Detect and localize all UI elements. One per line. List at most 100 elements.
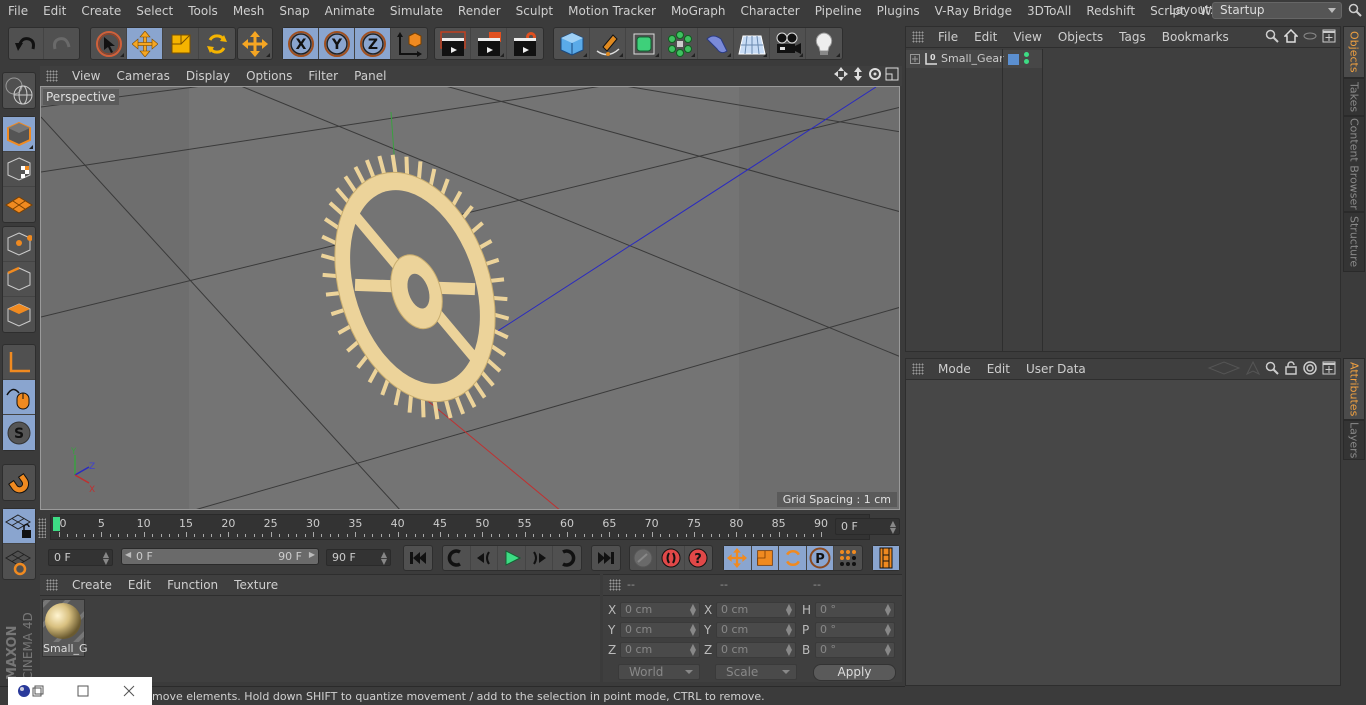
material-swatch[interactable]: Small_G (42, 599, 88, 657)
previous-frame-button[interactable] (471, 546, 499, 570)
attribute-menu-edit[interactable]: Edit (979, 362, 1018, 376)
new-window-icon[interactable] (1322, 361, 1336, 375)
range-left-arrow-icon[interactable]: ◀ (125, 550, 131, 559)
layer-color-swatch[interactable] (1008, 54, 1019, 65)
dolly-icon[interactable] (851, 67, 865, 81)
frame-range-slider[interactable]: ◀ 0 F 90 F ▶ (121, 548, 319, 565)
panel-grip[interactable] (46, 579, 58, 591)
workplane-mode-button[interactable] (3, 187, 35, 222)
tab-structure[interactable]: Structure (1343, 212, 1365, 272)
menu-redshift[interactable]: Redshift (1078, 4, 1142, 18)
size-mode-dropdown[interactable]: Scale (715, 664, 797, 680)
close-icon[interactable] (123, 685, 135, 697)
restore-icon[interactable] (32, 685, 44, 697)
menu-animate[interactable]: Animate (317, 4, 382, 18)
menu-mesh[interactable]: Mesh (225, 4, 272, 18)
viewport-menu-display[interactable]: Display (178, 69, 238, 83)
coordinate-system-button[interactable] (391, 28, 427, 59)
key-rotation-button[interactable] (779, 546, 807, 570)
cube-button[interactable] (554, 28, 590, 59)
points-mode-button[interactable] (3, 227, 35, 262)
rotation-h-field[interactable]: 0 ° ▲ ▼ (815, 602, 895, 618)
tab-takes[interactable]: Takes (1343, 78, 1365, 116)
texture-mode-button[interactable] (3, 152, 35, 187)
material-menu-create[interactable]: Create (64, 578, 120, 592)
make-editable-button[interactable] (3, 73, 35, 108)
current-frame-field[interactable]: 0 F ▲ ▼ (835, 518, 900, 535)
menu-motion-tracker[interactable]: Motion Tracker (560, 4, 663, 18)
timeline-grip[interactable] (38, 518, 46, 538)
edges-mode-button[interactable] (3, 262, 35, 297)
record-active-button[interactable] (657, 546, 685, 570)
menu-pipeline[interactable]: Pipeline (807, 4, 869, 18)
tweak-mode-button[interactable] (3, 380, 35, 415)
menu-create[interactable]: Create (73, 4, 128, 18)
object-menu-bookmarks[interactable]: Bookmarks (1154, 30, 1237, 44)
new-window-icon[interactable] (1322, 29, 1336, 43)
autokey-button[interactable]: ? (685, 546, 712, 570)
pen-spline-button[interactable] (590, 28, 626, 59)
render-settings-button[interactable] (507, 28, 543, 59)
key-scale-button[interactable] (751, 546, 780, 570)
goto-end-button[interactable] (592, 546, 620, 570)
snap-button[interactable] (3, 465, 35, 500)
redo-button[interactable] (44, 28, 79, 59)
menu-3dtoall[interactable]: 3DToAll (1019, 4, 1078, 18)
previous-keyframe-button[interactable] (443, 546, 471, 570)
cinema4d-app-icon[interactable] (17, 684, 31, 698)
apply-button[interactable]: Apply (813, 664, 896, 681)
model-mode-button[interactable] (3, 117, 35, 152)
rotate-tool-button[interactable] (199, 28, 235, 59)
object-menu-view[interactable]: View (1005, 30, 1049, 44)
viewport-menu-view[interactable]: View (64, 69, 108, 83)
menu-character[interactable]: Character (732, 4, 806, 18)
align-workplane-button[interactable] (3, 544, 35, 579)
attribute-menu-mode[interactable]: Mode (930, 362, 979, 376)
position-x-field[interactable]: 0 cm ▲ ▼ (620, 602, 700, 618)
object-menu-file[interactable]: File (930, 30, 966, 44)
filter-oval-icon[interactable] (1303, 29, 1317, 43)
menu-mograph[interactable]: MoGraph (663, 4, 733, 18)
key-position-button[interactable] (724, 546, 752, 570)
tab-content-browser[interactable]: Content Browser (1343, 116, 1365, 212)
viewport-menu-filter[interactable]: Filter (300, 69, 346, 83)
next-keyframe-button[interactable] (553, 546, 581, 570)
menu-sculpt[interactable]: Sculpt (508, 4, 560, 18)
back-arrow-icon[interactable] (1207, 361, 1241, 375)
menu-vray-bridge[interactable]: V-Ray Bridge (927, 4, 1019, 18)
timeline-window-button[interactable] (873, 546, 899, 570)
menu-snap[interactable]: Snap (271, 4, 316, 18)
start-frame-field[interactable]: 0 F ▲ ▼ (48, 549, 113, 566)
recent-tool-button[interactable] (238, 28, 272, 59)
attribute-menu-user-data[interactable]: User Data (1018, 362, 1094, 376)
viewport-menu-options[interactable]: Options (238, 69, 300, 83)
deformer-button[interactable] (698, 28, 734, 59)
object-menu-tags[interactable]: Tags (1111, 30, 1154, 44)
floor-button[interactable] (734, 28, 770, 59)
range-right-arrow-icon[interactable]: ▶ (309, 550, 315, 559)
material-menu-texture[interactable]: Texture (226, 578, 286, 592)
z-axis-lock-button[interactable]: Z (355, 28, 391, 59)
menu-plugins[interactable]: Plugins (869, 4, 927, 18)
object-menu-objects[interactable]: Objects (1050, 30, 1111, 44)
menu-render[interactable]: Render (450, 4, 508, 18)
menu-select[interactable]: Select (128, 4, 180, 18)
object-name[interactable]: Small_Gear (941, 52, 1004, 65)
live-selection-button[interactable] (91, 28, 127, 59)
coordinate-mode-dropdown[interactable]: World (618, 664, 700, 680)
tab-objects[interactable]: Objects (1343, 26, 1365, 78)
layout-dropdown[interactable]: Startup (1212, 2, 1342, 19)
menu-tools[interactable]: Tools (180, 4, 225, 18)
camera-button[interactable] (770, 28, 806, 59)
goto-start-button[interactable] (404, 546, 432, 570)
maximize-icon[interactable] (77, 685, 89, 697)
play-button[interactable] (498, 546, 526, 570)
camera-label[interactable]: Perspective (43, 89, 119, 105)
expand-plus-icon[interactable] (910, 54, 920, 64)
subdivision-surface-button[interactable] (626, 28, 662, 59)
unlock-icon[interactable] (1284, 361, 1298, 375)
y-axis-lock-button[interactable]: Y (319, 28, 355, 59)
editor-visibility-dot[interactable] (1024, 52, 1029, 57)
menu-file[interactable]: File (0, 4, 35, 18)
polygons-mode-button[interactable] (3, 297, 35, 332)
